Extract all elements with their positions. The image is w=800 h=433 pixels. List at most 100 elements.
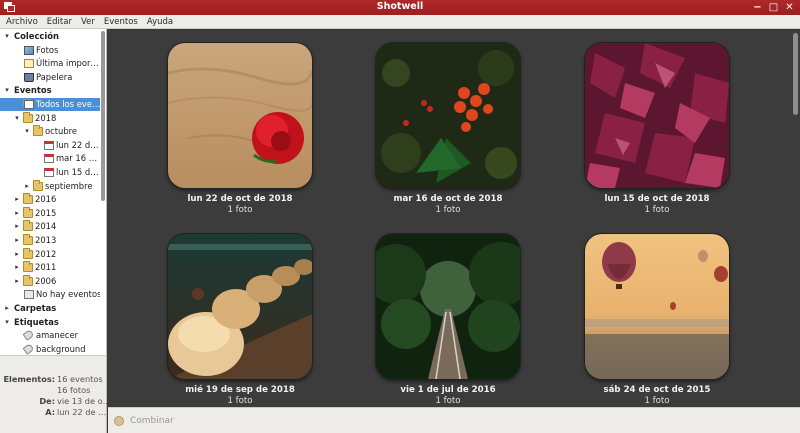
- expander-open-icon[interactable]: ▾: [3, 316, 11, 329]
- sidebar-item-label: mar 16 …: [56, 153, 98, 164]
- event-date: vie 1 de jul de 2016: [400, 385, 496, 395]
- sidebar-item-label: No hay eventos: [36, 289, 100, 300]
- sidebar-item-label: lun 22 d…: [56, 139, 99, 150]
- event-photo-count: 1 foto: [644, 396, 670, 406]
- expander-closed-icon[interactable]: ▸: [13, 234, 21, 247]
- info-row: 16 fotos: [0, 385, 107, 396]
- content-scrollbar[interactable]: [793, 33, 798, 115]
- sidebar-item-lun-15-d[interactable]: lun 15 d…: [0, 166, 100, 179]
- expander-closed-icon[interactable]: ▸: [13, 275, 21, 288]
- sidebar-item-label: Colección: [14, 31, 59, 41]
- sidebar-item-carpetas[interactable]: ▸ Carpetas: [0, 302, 100, 315]
- sidebar-item-septiembre[interactable]: ▸ septiembre: [0, 179, 100, 193]
- tag-icon: [22, 342, 35, 355]
- sidebar-item-label: background: [36, 343, 86, 354]
- events-grid: lun 22 de oct de 2018 1 foto mar 16 de oc…: [108, 29, 800, 407]
- trash-icon: [24, 72, 34, 82]
- event-date: sáb 24 de oct de 2015: [603, 385, 711, 395]
- expander-closed-icon[interactable]: ▸: [13, 248, 21, 261]
- menu-archivo[interactable]: Archivo: [6, 17, 38, 27]
- menu-eventos[interactable]: Eventos: [104, 17, 138, 27]
- expander-open-icon[interactable]: ▾: [23, 125, 31, 138]
- event-date: lun 15 de oct de 2018: [604, 194, 710, 204]
- sidebar-item-eventos[interactable]: ▾ Eventos: [0, 84, 100, 97]
- sidebar-item-label: Carpetas: [14, 303, 57, 313]
- info-key: De:: [39, 396, 55, 406]
- info-value: lun 22 de …: [57, 407, 107, 417]
- sidebar-item-2016[interactable]: ▸ 2016: [0, 193, 100, 206]
- sidebar-item-label: Fotos: [36, 44, 59, 55]
- sidebar-item-colección[interactable]: ▾ Colección: [0, 30, 100, 43]
- expander-closed-icon[interactable]: ▸: [13, 193, 21, 206]
- sidebar-item-última-impor[interactable]: Última impor…: [0, 57, 100, 70]
- sidebar-item-2018[interactable]: ▾ 2018: [0, 111, 100, 125]
- forest-railway-thumbnail[interactable]: [376, 234, 520, 379]
- merge-icon: [114, 415, 124, 426]
- menu-editar[interactable]: Editar: [47, 17, 72, 27]
- sidebar-item-2013[interactable]: ▸ 2013: [0, 234, 100, 247]
- sidebar: ▾ Colección Fotos Última impor… Papelera ▾ Eve…: [0, 29, 107, 355]
- sidebar-item-label: 2015: [35, 207, 57, 218]
- sidebar-item-label: Última impor…: [36, 58, 99, 69]
- sidebar-item-papelera[interactable]: Papelera: [0, 71, 100, 84]
- menu-ayuda[interactable]: Ayuda: [147, 17, 173, 27]
- calendar-icon: [44, 168, 54, 177]
- maximize-icon[interactable]: □: [767, 1, 780, 14]
- sidebar-item-lun-22-d[interactable]: lun 22 d…: [0, 139, 100, 152]
- merge-label: Combinar: [130, 415, 174, 426]
- sidebar-item-label: octubre: [45, 126, 78, 137]
- expander-closed-icon[interactable]: ▸: [23, 180, 31, 193]
- event-photo-count: 1 foto: [227, 396, 253, 406]
- sidebar-item-background[interactable]: background: [0, 342, 100, 355]
- expander-closed-icon[interactable]: ▸: [13, 261, 21, 274]
- sidebar-item-label: 2012: [35, 248, 57, 259]
- sidebar-item-label: 2014: [35, 221, 57, 232]
- merge-button[interactable]: Combinar: [114, 413, 174, 428]
- autumn-leaves-thumbnail[interactable]: [585, 43, 729, 188]
- info-row: De: vie 13 de o…: [0, 396, 107, 407]
- sidebar-item-label: 2018: [35, 112, 57, 123]
- expander-open-icon[interactable]: ▾: [3, 84, 11, 97]
- expander-closed-icon[interactable]: ▸: [13, 207, 21, 220]
- sidebar-item-octubre[interactable]: ▾ octubre: [0, 125, 100, 138]
- sidebar-item-fotos[interactable]: Fotos: [0, 44, 100, 57]
- calendar-icon: [44, 140, 54, 150]
- dried-fruit-thumbnail[interactable]: [168, 234, 312, 379]
- rose-sand-thumbnail[interactable]: [168, 43, 312, 188]
- sidebar-item-mar-16[interactable]: mar 16 …: [0, 152, 100, 165]
- hot-air-balloons-thumbnail[interactable]: [585, 234, 729, 379]
- sidebar-item-2015[interactable]: ▸ 2015: [0, 206, 100, 220]
- sidebar-item-no-hay-eventos[interactable]: No hay eventos: [0, 288, 100, 301]
- expander-closed-icon[interactable]: ▸: [3, 302, 11, 315]
- minimize-icon[interactable]: −: [751, 1, 764, 14]
- sidebar-item-2011[interactable]: ▸ 2011: [0, 261, 100, 274]
- sidebar-item-etiquetas[interactable]: ▾ Etiquetas: [0, 316, 100, 329]
- sidebar-scrollbar[interactable]: [101, 31, 105, 201]
- folder-icon: [23, 220, 33, 232]
- menu-ver[interactable]: Ver: [81, 17, 95, 27]
- info-value: vie 13 de o…: [57, 396, 107, 406]
- close-icon[interactable]: ✕: [783, 1, 796, 14]
- folder-icon: [23, 274, 33, 286]
- event-date: mar 16 de oct de 2018: [393, 194, 503, 204]
- sidebar-item-label: Eventos: [14, 85, 52, 96]
- sidebar-item-amanecer[interactable]: amanecer: [0, 329, 100, 342]
- info-row: Elementos: 16 eventos: [0, 374, 107, 385]
- event-photo-count: 1 foto: [435, 205, 461, 215]
- expander-open-icon[interactable]: ▾: [13, 112, 21, 125]
- sidebar-item-2006[interactable]: ▸ 2006: [0, 274, 100, 288]
- sidebar-item-2012[interactable]: ▸ 2012: [0, 247, 100, 261]
- sidebar-item-todos-los-eve[interactable]: Todos los eve…: [0, 98, 100, 111]
- sidebar-item-label: Todos los eve…: [36, 99, 100, 109]
- event-date: lun 22 de oct de 2018: [187, 194, 293, 204]
- info-row: A: lun 22 de …: [0, 407, 107, 418]
- expander-closed-icon[interactable]: ▸: [13, 220, 21, 233]
- holly-berries-thumbnail[interactable]: [376, 43, 520, 188]
- menu-bar: Archivo Editar Ver Eventos Ayuda: [0, 15, 800, 29]
- info-panel: Elementos: 16 eventos 16 fotos De: vie 13 de…: [0, 355, 107, 433]
- sidebar-item-label: 2006: [35, 275, 57, 286]
- sidebar-item-2014[interactable]: ▸ 2014: [0, 220, 100, 233]
- folder-icon: [23, 247, 33, 259]
- expander-open-icon[interactable]: ▾: [3, 30, 11, 43]
- sidebar-item-label: 2016: [35, 194, 57, 205]
